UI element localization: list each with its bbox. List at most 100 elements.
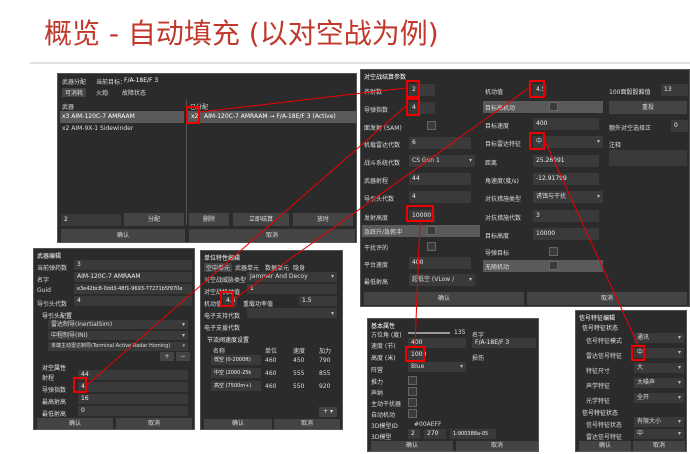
- signature-sec2: 信号特征状态: [582, 410, 619, 417]
- sig-acoustic-select[interactable]: 大噪声: [634, 378, 684, 388]
- coord-y[interactable]: 270: [424, 429, 446, 439]
- throttle-row-2-name[interactable]: 中空 (2000-25k: [211, 368, 261, 378]
- attr-guide-field[interactable]: 4: [78, 382, 188, 392]
- guid-label: Guid: [37, 287, 51, 294]
- sig-state-label: 信号特征状态: [586, 422, 623, 429]
- flag-thrust-checkbox[interactable]: [408, 376, 417, 385]
- range-label: 武器射程: [364, 178, 389, 185]
- threat-type-select[interactable]: Jammer And Decoy: [247, 272, 337, 282]
- flag-auto-checkbox[interactable]: [408, 409, 417, 418]
- dodge-label: 干扰评的: [364, 245, 389, 252]
- params-cancel-button[interactable]: 取消: [527, 292, 687, 305]
- weapon-edit-cancel[interactable]: 取消: [116, 418, 192, 429]
- tab-stealth[interactable]: 隐身: [293, 263, 305, 272]
- radar-gen-field[interactable]: 6: [409, 137, 471, 149]
- range-field[interactable]: 44: [409, 173, 471, 185]
- params-ok-button[interactable]: 确认: [364, 292, 524, 305]
- attr-range-field[interactable]: 44: [78, 370, 188, 380]
- target-speed-field[interactable]: 400: [533, 118, 599, 130]
- extra-field[interactable]: 0: [671, 120, 688, 132]
- sig-state-select[interactable]: 有限大小: [634, 417, 684, 427]
- sam-checkbox[interactable]: [427, 121, 436, 130]
- remove-guide-button[interactable]: −: [176, 352, 190, 361]
- tab-weapon-unit[interactable]: 武器单元: [235, 263, 259, 272]
- dodge-checkbox[interactable]: [427, 242, 436, 251]
- no-maneuver-label: 无随机动: [485, 264, 510, 271]
- hit-prob-field[interactable]: 13: [661, 84, 688, 96]
- guide-item-3[interactable]: 末端主动雷达制导(Terminal Active Radar Homing): [48, 342, 188, 351]
- ok-button[interactable]: 确认: [61, 229, 185, 242]
- tab-gun[interactable]: 火炮: [90, 88, 114, 97]
- climb-checkbox[interactable]: [427, 226, 436, 235]
- sig-mode-select[interactable]: 通讯: [634, 333, 684, 343]
- ammo-field[interactable]: 3: [74, 260, 192, 270]
- flag-sonar-checkbox[interactable]: [408, 387, 417, 396]
- unit-edit-cancel[interactable]: 取消: [456, 441, 538, 451]
- throttle-row-1-name[interactable]: 低空 (0-2000ft): [211, 355, 261, 365]
- qty-input[interactable]: 2: [61, 214, 121, 226]
- weapon-edit-ok[interactable]: 确认: [37, 418, 113, 429]
- target-maneuver-checkbox[interactable]: [549, 102, 558, 111]
- signature-ok[interactable]: 确认: [579, 441, 631, 451]
- cancel-button[interactable]: 取消: [189, 229, 355, 242]
- unit-name-field[interactable]: F/A-18E/F 3: [472, 338, 536, 348]
- attr-max-alt-field[interactable]: 16: [78, 394, 188, 404]
- overload-field[interactable]: 1.5: [299, 296, 337, 306]
- flag-jammer-checkbox[interactable]: [408, 398, 417, 407]
- target-alt-field[interactable]: 10000: [533, 228, 599, 240]
- tab-consumable[interactable]: 可消耗: [62, 88, 86, 97]
- throttle-row-3-name[interactable]: 高空 (7500m+): [211, 381, 261, 391]
- sys-gen-select[interactable]: CS Gen 1: [409, 155, 475, 167]
- attr-min-alt-field[interactable]: 0: [78, 406, 188, 416]
- flag-thrust: 推力: [371, 379, 384, 386]
- alt-unit-label: 高度 (米): [371, 355, 396, 362]
- tab-data-unit[interactable]: 数据单元: [265, 263, 289, 272]
- side-label: 阵营: [371, 367, 384, 374]
- guid-field[interactable]: e3e42bc8-0dd3-48f1-9693-77271b5f970e: [74, 284, 192, 294]
- compute-button[interactable]: 立即结算: [233, 213, 289, 226]
- weapon-item-amraam[interactable]: x3 AIM-120C-7 AMRAAM: [62, 113, 135, 120]
- page-title: 概览 - 自动填充 (以对空战为例): [44, 17, 439, 50]
- guide-gen-field[interactable]: 4: [409, 191, 471, 203]
- heading-slider[interactable]: [408, 332, 450, 334]
- assign-button[interactable]: 分配: [124, 213, 184, 226]
- no-maneuver-checkbox[interactable]: [549, 261, 558, 270]
- sig-optical-select[interactable]: 全开: [634, 393, 684, 403]
- sig-size-select[interactable]: 大: [634, 363, 684, 373]
- unit-edit-ok[interactable]: 确认: [371, 441, 453, 451]
- platform-edit-ok[interactable]: 确认: [204, 419, 272, 429]
- delete-button[interactable]: 删除: [189, 213, 229, 226]
- guided-checkbox[interactable]: [549, 247, 558, 256]
- throttle-add-button[interactable]: + ▾: [319, 407, 337, 417]
- signature-cancel[interactable]: 取消: [633, 441, 685, 451]
- reroll-button[interactable]: 重投: [609, 101, 687, 114]
- air-maneuver-field[interactable]: 1: [247, 284, 337, 294]
- coord-x[interactable]: 2: [408, 429, 420, 439]
- tab-fault[interactable]: 故障状态: [118, 88, 150, 97]
- seeker-gen-field[interactable]: 4: [74, 296, 192, 306]
- tab-air-unit[interactable]: 空中单元: [204, 263, 233, 272]
- col-name: 名称: [213, 348, 226, 355]
- jam-gen-field[interactable]: 3: [533, 210, 599, 222]
- guide-item-1[interactable]: 雷达制导(InertialSim): [48, 320, 188, 329]
- sig-radar2-select[interactable]: 中: [634, 429, 684, 439]
- platform-edit-cancel[interactable]: 取消: [274, 419, 340, 429]
- add-guide-button[interactable]: +: [160, 352, 174, 361]
- esm-gen-select[interactable]: [247, 308, 337, 318]
- plat-speed-field[interactable]: 400: [409, 257, 471, 269]
- min-alt-select[interactable]: 超低空 (VLow /: [409, 274, 475, 286]
- throttle-row-2-boost: 855: [319, 370, 331, 377]
- radar-gen-label: 机载雷达代数: [364, 142, 401, 149]
- uid-field[interactable]: 1:900388a-05: [450, 429, 496, 439]
- release-button[interactable]: 放时: [293, 213, 353, 226]
- side-select[interactable]: Blue: [408, 362, 466, 372]
- seeker-gen-label: 导引头代数: [37, 301, 68, 308]
- angle-field[interactable]: -12.91799: [533, 173, 599, 185]
- name-field[interactable]: AIM-120C-7 AMRAAM: [74, 272, 192, 282]
- guide-item-2[interactable]: 中程制导(INI): [48, 331, 188, 340]
- note-field[interactable]: [609, 150, 687, 166]
- jam-type-select[interactable]: 诱饵与干扰: [533, 191, 603, 203]
- distance-field[interactable]: 25.26091: [533, 155, 599, 167]
- sig-radar2-label: 雷达信号特征: [586, 434, 623, 441]
- weapon-item-sidewinder[interactable]: x2 AIM-9X-1 Sidewinder: [62, 125, 133, 132]
